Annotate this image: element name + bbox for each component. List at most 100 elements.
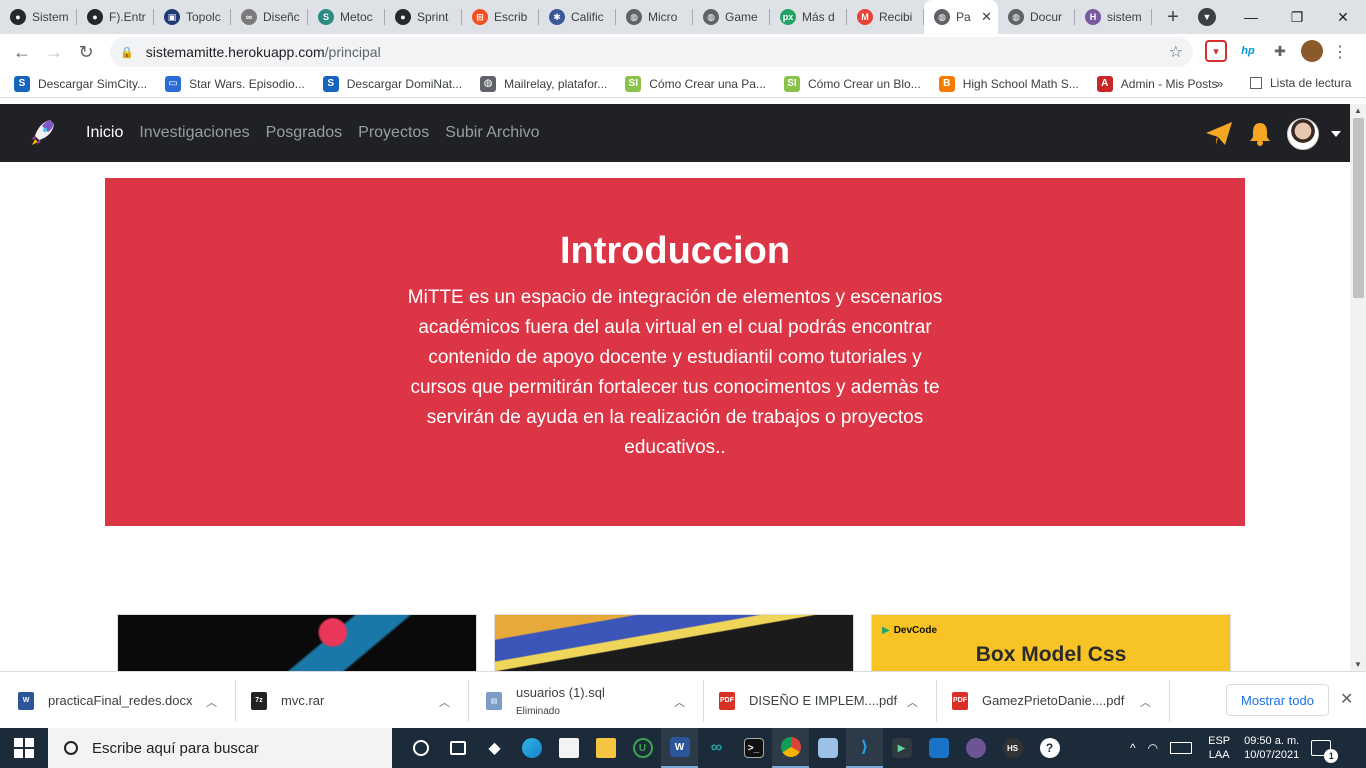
windows-start-icon[interactable] — [14, 738, 34, 758]
upwork-icon[interactable]: U — [624, 728, 661, 768]
browser-tab[interactable]: ● F).Entr — [77, 0, 154, 34]
puzzle-extensions-icon[interactable]: ✚ — [1269, 40, 1291, 62]
keyboard-icon[interactable] — [1170, 742, 1193, 754]
bookmark-star-icon[interactable]: ☆ — [1169, 42, 1183, 62]
file-explorer-icon[interactable] — [587, 728, 624, 768]
chevron-up-icon[interactable]: ︿ — [206, 694, 217, 710]
reading-list-button[interactable]: Lista de lectura — [1250, 76, 1351, 90]
scroll-down-icon[interactable]: ▼ — [1354, 660, 1362, 669]
bell-icon[interactable] — [1247, 121, 1273, 147]
browser-tab[interactable]: ◍ Docur — [998, 0, 1075, 34]
bookmark-item[interactable]: S Descargar DomiNat... — [322, 75, 462, 92]
chrome-menu-icon[interactable]: ⋮ — [1332, 42, 1348, 62]
cortana-icon[interactable] — [402, 728, 439, 768]
photos-icon[interactable] — [920, 728, 957, 768]
arduino-icon[interactable]: ∞ — [698, 728, 735, 768]
back-button[interactable]: ← — [6, 36, 38, 68]
bookmark-item[interactable]: ◍ Mailrelay, platafor... — [480, 75, 607, 92]
nav-link-subir-archivo[interactable]: Subir Archivo — [445, 124, 539, 142]
reload-button[interactable]: ↻ — [70, 36, 102, 68]
hp-extension-icon[interactable]: hp — [1237, 40, 1259, 62]
browser-tab[interactable]: ◍ Micro — [616, 0, 693, 34]
download-item[interactable]: 7z mvc.rar ︿ — [251, 672, 469, 729]
close-window-button[interactable]: ✕ — [1320, 9, 1366, 26]
browser-tab[interactable]: ✱ Calific — [539, 0, 616, 34]
nav-link-proyectos[interactable]: Proyectos — [358, 124, 429, 142]
user-avatar[interactable] — [1287, 118, 1319, 150]
language-indicator[interactable]: ESP LAA — [1208, 734, 1230, 762]
user-menu[interactable] — [1287, 118, 1341, 150]
address-bar[interactable]: 🔒 sistemamitte.herokuapp.com/principal ☆ — [110, 37, 1193, 67]
scroll-up-icon[interactable]: ▲ — [1354, 106, 1362, 115]
paper-plane-icon[interactable] — [1205, 121, 1233, 147]
download-item[interactable]: WpracticaFinal_redes.docx ︿ — [18, 672, 236, 729]
heroku-icon: H — [1085, 9, 1101, 25]
download-item[interactable]: PDF GamezPrietoDanie....pdf ︿ — [952, 672, 1170, 729]
browser-tab[interactable]: ▣ Topolc — [154, 0, 231, 34]
github-desktop-icon[interactable] — [957, 728, 994, 768]
download-item[interactable]: PDF DISEÑO E IMPLEM....pdf ︿ — [719, 672, 937, 729]
bookmark-item[interactable]: A Admin - Mis Posts — [1096, 75, 1217, 92]
chevron-up-icon[interactable]: ︿ — [1140, 694, 1151, 710]
bookmark-item[interactable]: SI Cómo Crear una Pa... — [625, 75, 766, 92]
download-filename: DISEÑO E IMPLEM....pdf — [749, 693, 898, 708]
dropbox-icon[interactable]: ◆ — [476, 728, 513, 768]
browser-tab[interactable]: ● Sprint — [385, 0, 462, 34]
chevron-up-icon[interactable]: ︿ — [439, 694, 450, 710]
minimize-button[interactable]: — — [1228, 9, 1274, 25]
tab-search-icon[interactable]: ▼ — [1198, 8, 1216, 26]
rocket-logo-icon[interactable] — [28, 118, 56, 148]
chrome-icon[interactable] — [772, 728, 809, 768]
scrollbar-thumb[interactable] — [1353, 118, 1364, 298]
show-hidden-icons[interactable]: ^ — [1130, 741, 1136, 755]
vscode-icon[interactable]: ⟩ — [846, 728, 883, 768]
taskbar-search[interactable]: Escribe aquí para buscar — [48, 728, 392, 768]
notepad-icon[interactable] — [809, 728, 846, 768]
close-downloads-icon[interactable]: ✕ — [1340, 689, 1353, 709]
nav-link-posgrados[interactable]: Posgrados — [266, 124, 343, 142]
edge-icon[interactable] — [513, 728, 550, 768]
card-box-model-css[interactable]: ▶ DevCode Box Model Css — [871, 614, 1231, 671]
bookmark-item[interactable]: SI Cómo Crear un Blo... — [783, 75, 921, 92]
download-item[interactable]: ▤ usuarios (1).sql Eliminado ︿ — [486, 672, 704, 729]
browser-tab[interactable]: ⊞ Escrib — [462, 0, 539, 34]
browser-tab[interactable]: M Recibi — [847, 0, 924, 34]
card-fractal-image[interactable] — [494, 614, 854, 671]
browser-tab[interactable]: ∞ Diseñc — [231, 0, 308, 34]
browser-tab[interactable]: ● Sistem — [0, 0, 77, 34]
bookmark-item[interactable]: S Descargar SimCity... — [14, 75, 147, 92]
close-tab-icon[interactable]: ✕ — [981, 9, 992, 25]
profile-avatar-icon[interactable] — [1301, 40, 1323, 62]
bookmark-item[interactable]: B High School Math S... — [938, 75, 1079, 92]
bookmark-item[interactable]: ▭ Star Wars. Episodio... — [165, 75, 305, 92]
terminal-icon[interactable]: >_ — [735, 728, 772, 768]
page-scrollbar[interactable]: ▲ ▼ — [1350, 104, 1366, 671]
sublime-icon[interactable]: ▶ — [883, 728, 920, 768]
wifi-icon[interactable]: ◠ — [1148, 741, 1158, 755]
nav-link-inicio[interactable]: Inicio — [86, 124, 123, 142]
action-center-icon[interactable]: 1 — [1311, 740, 1339, 763]
nav-link-investigaciones[interactable]: Investigaciones — [139, 124, 249, 142]
browser-tab[interactable]: S Metoc — [308, 0, 385, 34]
task-view-icon[interactable] — [439, 728, 476, 768]
card-abstract-art-image[interactable] — [117, 614, 477, 671]
forward-button[interactable]: → — [38, 36, 70, 68]
windows-icon: ⊞ — [472, 9, 488, 25]
help-icon[interactable]: ? — [1031, 728, 1068, 768]
browser-tab[interactable]: Hsistem — [1075, 0, 1152, 34]
browser-tab[interactable]: px Más d — [770, 0, 847, 34]
more-bookmarks-icon[interactable]: » — [1216, 76, 1223, 91]
chevron-up-icon[interactable]: ︿ — [907, 694, 918, 710]
restore-button[interactable]: ❐ — [1274, 9, 1320, 26]
hs-app-icon[interactable]: HS — [994, 728, 1031, 768]
pocket-extension-icon[interactable]: ▾ — [1205, 40, 1227, 62]
taskbar-clock[interactable]: 09:50 a. m. 10/07/2021 — [1244, 734, 1299, 762]
tab-title: Calific — [571, 10, 604, 24]
chevron-up-icon[interactable]: ︿ — [674, 694, 685, 710]
browser-tab[interactable]: ◍ Game — [693, 0, 770, 34]
word-icon[interactable]: W — [661, 728, 698, 768]
store-icon[interactable] — [550, 728, 587, 768]
tab-active[interactable]: ◍ Pa ✕ — [924, 0, 998, 34]
new-tab-button[interactable]: + — [1156, 0, 1190, 34]
show-all-downloads-button[interactable]: Mostrar todo — [1226, 684, 1329, 716]
